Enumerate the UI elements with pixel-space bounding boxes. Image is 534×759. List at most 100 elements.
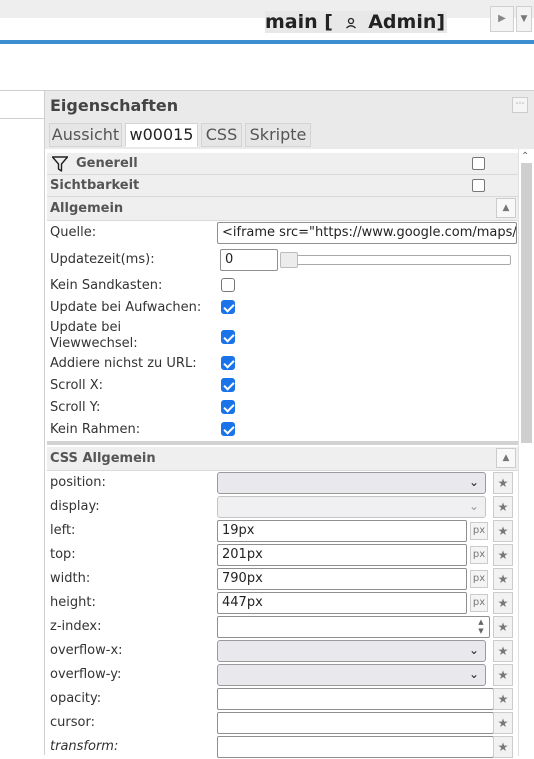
row-overflow-x: overflow-x: ⌄ ★ xyxy=(47,639,518,663)
row-height: height: 447px px ★ xyxy=(47,591,518,615)
opacity-input[interactable] xyxy=(217,688,494,710)
chevron-down-icon: ⌄ xyxy=(468,667,479,681)
star-icon[interactable]: ★ xyxy=(493,592,513,614)
spinner-icon[interactable]: ▲ ▼ xyxy=(475,618,487,636)
row-z-index: z-index: ▲ ▼ ★ xyxy=(47,615,518,639)
row-top: top: 201px px ★ xyxy=(47,543,518,567)
group-label: CSS Allgemein xyxy=(50,451,156,466)
row-display: display: ⌄ ★ xyxy=(47,495,518,519)
tab-widget[interactable]: w00015 xyxy=(125,123,198,147)
row-kein-sandkasten: Kein Sandkasten: xyxy=(47,274,518,298)
kein-rahmen-checkbox[interactable] xyxy=(221,422,235,436)
z-index-label: z-index: xyxy=(50,619,102,634)
updatezeit-input[interactable]: 0 xyxy=(220,249,278,271)
star-icon[interactable]: ★ xyxy=(493,520,513,542)
updatezeit-slider[interactable] xyxy=(287,255,511,265)
update-viewwechsel-checkbox[interactable] xyxy=(221,330,235,344)
tab-skripte[interactable]: Skripte xyxy=(245,123,311,147)
kein-rahmen-label: Kein Rahmen: xyxy=(50,422,141,437)
update-viewwechsel-label: Update bei Viewwechsel: xyxy=(50,320,138,351)
row-cursor: cursor: ★ xyxy=(47,711,518,735)
accent-line xyxy=(0,40,534,44)
row-quelle: Quelle: <iframe src="https://www.google.… xyxy=(47,221,518,245)
star-icon[interactable]: ★ xyxy=(493,544,513,566)
vertical-scrollbar[interactable]: ⌃ xyxy=(518,149,534,756)
collapse-icon[interactable]: ▲ xyxy=(496,198,516,218)
overflow-x-select[interactable]: ⌄ xyxy=(217,640,486,662)
group-label: Generell xyxy=(76,156,138,171)
row-transform: transform: ★ xyxy=(47,735,518,759)
scroll-x-checkbox[interactable] xyxy=(221,378,235,392)
play-button[interactable]: ▶ xyxy=(490,6,514,32)
star-icon[interactable]: ★ xyxy=(493,664,513,686)
row-kein-rahmen: Kein Rahmen: xyxy=(47,418,518,442)
group-checkbox[interactable] xyxy=(472,157,485,170)
cursor-label: cursor: xyxy=(50,715,95,730)
user-name: Admin] xyxy=(368,11,446,33)
height-input[interactable]: 447px xyxy=(217,592,467,614)
star-icon[interactable]: ★ xyxy=(493,472,513,494)
position-select[interactable]: ⌄ xyxy=(217,472,486,494)
unit-px[interactable]: px xyxy=(470,570,488,588)
unit-px[interactable]: px xyxy=(470,594,488,612)
row-position: position: ⌄ ★ xyxy=(47,471,518,495)
update-aufwachen-checkbox[interactable] xyxy=(221,300,235,314)
row-updatezeit: Updatezeit(ms): 0 xyxy=(47,248,518,272)
star-icon[interactable]: ★ xyxy=(493,688,513,710)
tab-aussicht[interactable]: Aussicht xyxy=(49,123,122,147)
group-generell[interactable]: Generell xyxy=(47,153,518,175)
view-name: main [ xyxy=(265,11,333,33)
row-left: left: 19px px ★ xyxy=(47,519,518,543)
star-icon[interactable]: ★ xyxy=(493,712,513,734)
group-sichtbarkeit[interactable]: Sichtbarkeit xyxy=(47,175,518,197)
scroll-y-label: Scroll Y: xyxy=(50,400,101,415)
slider-handle[interactable] xyxy=(280,252,298,268)
row-width: width: 790px px ★ xyxy=(47,567,518,591)
tab-css[interactable]: CSS xyxy=(201,123,242,147)
star-icon[interactable]: ★ xyxy=(493,640,513,662)
panel-header: Eigenschaften ⋯ xyxy=(45,91,534,119)
z-index-input[interactable]: ▲ ▼ xyxy=(217,616,490,638)
row-overflow-y: overflow-y: ⌄ ★ xyxy=(47,663,518,687)
group-label: Sichtbarkeit xyxy=(50,178,140,193)
unit-px[interactable]: px xyxy=(470,546,488,564)
star-icon[interactable]: ★ xyxy=(493,568,513,590)
scrollbar-thumb[interactable] xyxy=(521,163,532,443)
left-divider xyxy=(0,90,44,91)
row-addiere: Addiere nichst zu URL: xyxy=(47,352,518,376)
scroll-up-icon[interactable]: ⌃ xyxy=(521,151,529,162)
filter-icon[interactable] xyxy=(51,155,69,173)
group-css-allgemein[interactable]: CSS Allgemein ▲ xyxy=(47,447,518,471)
dropdown-arrow-icon: ▼ xyxy=(520,14,528,24)
cursor-input[interactable] xyxy=(217,712,494,734)
unit-px[interactable]: px xyxy=(470,522,488,540)
updatezeit-label: Updatezeit(ms): xyxy=(50,252,155,267)
scroll-x-label: Scroll X: xyxy=(50,378,104,393)
row-scroll-x: Scroll X: xyxy=(47,374,518,398)
menu-dropdown-button[interactable]: ▼ xyxy=(516,6,532,32)
tab-bar: Aussicht w00015 CSS Skripte xyxy=(45,119,534,149)
collapse-icon[interactable]: ▲ xyxy=(496,448,516,468)
kein-sandkasten-checkbox[interactable] xyxy=(221,278,235,292)
top-input[interactable]: 201px xyxy=(217,544,467,566)
play-icon: ▶ xyxy=(498,13,506,24)
kein-sandkasten-label: Kein Sandkasten: xyxy=(50,278,163,293)
position-label: position: xyxy=(50,475,106,490)
star-icon[interactable]: ★ xyxy=(493,496,513,518)
panel-grip-icon[interactable]: ⋯ xyxy=(512,97,528,113)
width-label: width: xyxy=(50,571,91,586)
row-update-aufwachen: Update bei Aufwachen: xyxy=(47,296,518,320)
display-label: display: xyxy=(50,499,100,514)
group-allgemein[interactable]: Allgemein ▲ xyxy=(47,197,518,221)
group-checkbox[interactable] xyxy=(472,179,485,192)
left-input[interactable]: 19px xyxy=(217,520,467,542)
height-label: height: xyxy=(50,595,96,610)
addiere-checkbox[interactable] xyxy=(221,356,235,370)
scroll-y-checkbox[interactable] xyxy=(221,400,235,414)
overflow-y-select[interactable]: ⌄ xyxy=(217,664,486,686)
quelle-input[interactable]: <iframe src="https://www.google.com/maps… xyxy=(217,222,517,244)
top-bar: main [ Admin] ▶ ▼ xyxy=(0,0,534,40)
display-select[interactable]: ⌄ xyxy=(217,496,486,518)
star-icon[interactable]: ★ xyxy=(493,616,513,638)
width-input[interactable]: 790px xyxy=(217,568,467,590)
